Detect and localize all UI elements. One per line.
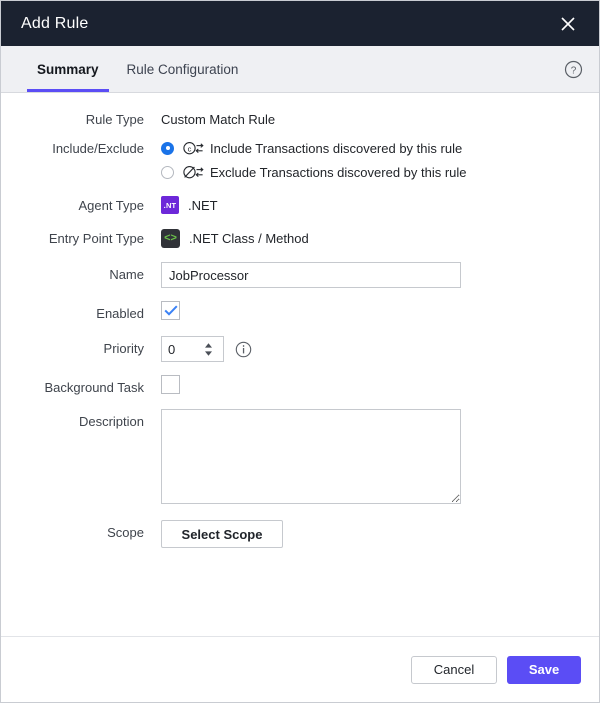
field-row-agent-type: Agent Type .NT .NET <box>1 193 599 217</box>
svg-text:?: ? <box>571 65 577 76</box>
tab-summary-label: Summary <box>37 61 99 77</box>
help-circle-icon[interactable]: ? <box>564 46 583 92</box>
tab-list: Summary Rule Configuration <box>1 46 252 92</box>
add-rule-dialog: Add Rule Summary Rule Configuration ? Ru… <box>0 0 600 703</box>
priority-spinner-arrows[interactable] <box>198 337 218 361</box>
tab-rule-configuration[interactable]: Rule Configuration <box>113 46 253 92</box>
tabbar: Summary Rule Configuration ? <box>1 46 599 93</box>
entry-point-type-value: .NET Class / Method <box>189 230 309 246</box>
dotnet-agent-icon: .NT <box>161 196 179 214</box>
field-row-description: Description <box>1 409 599 504</box>
rule-type-label: Rule Type <box>85 112 144 127</box>
enabled-label: Enabled <box>96 306 144 321</box>
priority-input[interactable] <box>162 337 198 361</box>
entry-point-type-label: Entry Point Type <box>48 231 144 246</box>
field-row-background-task: Background Task <box>1 375 599 397</box>
svg-text:c: c <box>188 144 192 153</box>
priority-stepper[interactable] <box>161 336 224 362</box>
radio-exclude-indicator[interactable] <box>161 165 174 179</box>
radio-include-indicator[interactable] <box>161 141 174 155</box>
check-icon <box>163 305 178 316</box>
cancel-button[interactable]: Cancel <box>411 655 497 684</box>
agent-type-value: .NET <box>188 197 218 213</box>
code-brackets-icon: <> <box>161 228 180 248</box>
close-icon[interactable] <box>555 11 581 37</box>
field-row-enabled: Enabled <box>1 301 599 323</box>
field-row-include-exclude: Include/Exclude c Include Transactions d… <box>1 136 599 184</box>
code-brackets-glyph: <> <box>164 231 177 244</box>
field-row-entry-point-type: Entry Point Type <> .NET Class / Method <box>1 226 599 250</box>
tab-summary[interactable]: Summary <box>23 46 113 92</box>
name-input[interactable] <box>161 262 461 288</box>
exclude-transactions-icon <box>183 164 205 180</box>
field-row-rule-type: Rule Type Custom Match Rule <box>1 107 599 129</box>
background-task-checkbox[interactable] <box>161 375 180 394</box>
name-label: Name <box>109 267 144 282</box>
chevron-down-icon <box>204 350 212 356</box>
field-row-name: Name <box>1 262 599 288</box>
description-label: Description <box>78 414 144 429</box>
radio-exclude-transactions[interactable]: Exclude Transactions discovered by this … <box>161 160 599 184</box>
background-task-label: Background Task <box>44 380 145 395</box>
agent-type-label: Agent Type <box>78 198 144 213</box>
include-transactions-icon: c <box>183 140 205 156</box>
include-transactions-text: Include Transactions discovered by this … <box>210 140 463 156</box>
rule-form: Rule Type Custom Match Rule Include/Excl… <box>1 93 599 636</box>
dialog-title: Add Rule <box>21 14 89 32</box>
scope-label: Scope <box>107 525 144 540</box>
include-exclude-label: Include/Exclude <box>52 141 144 156</box>
select-scope-button[interactable]: Select Scope <box>161 520 283 548</box>
dialog-footer: Cancel Save <box>1 636 599 702</box>
tab-rule-configuration-label: Rule Configuration <box>126 61 239 77</box>
save-button[interactable]: Save <box>507 655 581 684</box>
description-textarea[interactable] <box>161 409 461 504</box>
priority-label: Priority <box>103 341 144 356</box>
chevron-up-icon <box>204 342 212 348</box>
info-circle-icon[interactable] <box>235 341 252 358</box>
dialog-titlebar: Add Rule <box>1 1 599 46</box>
rule-type-value: Custom Match Rule <box>161 112 276 127</box>
field-row-priority: Priority <box>1 336 599 362</box>
enabled-checkbox[interactable] <box>161 301 180 320</box>
exclude-transactions-text: Exclude Transactions discovered by this … <box>210 164 467 180</box>
radio-include-transactions[interactable]: c Include Transactions discovered by thi… <box>161 136 599 160</box>
field-row-scope: Scope Select Scope <box>1 520 599 548</box>
